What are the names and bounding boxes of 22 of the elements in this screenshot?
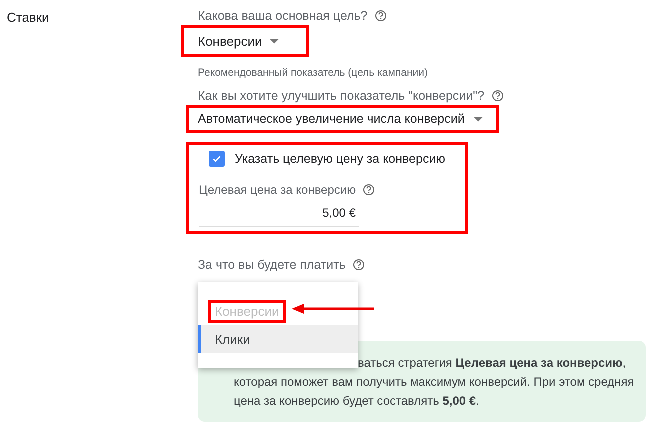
caret-icon bbox=[474, 116, 483, 122]
section-label: Ставки bbox=[7, 10, 50, 25]
checkbox-label: Указать целевую цену за конверсию bbox=[235, 152, 446, 166]
question-label: За что вы будете платить bbox=[198, 258, 346, 272]
question-label: Какова ваша основная цель? bbox=[198, 9, 368, 23]
goal-dropdown[interactable]: Конверсии bbox=[198, 34, 280, 48]
help-icon bbox=[363, 184, 376, 196]
arrow-icon bbox=[292, 304, 374, 314]
question-label: Как вы хотите улучшить показатель "конверсии"? bbox=[198, 89, 485, 103]
strategy-dropdown[interactable]: Автоматическое увеличение числа конверсий bbox=[198, 112, 483, 126]
menu-item-label: Конверсии bbox=[208, 300, 286, 322]
price-input[interactable]: 5,00 € bbox=[199, 201, 359, 227]
info-text: ваться стратегия Целевая цена за конверсию, которая поможет вам получить максимум конверсий. При этом средняя цена за конверсию будет составлять 5,00 €. bbox=[234, 355, 636, 410]
menu-item[interactable]: Клики bbox=[198, 325, 358, 353]
field-label: Целевая цена за конверсию bbox=[199, 183, 356, 197]
hint-text: Рекомендованный показатель (цель кампании) bbox=[198, 67, 428, 79]
checkbox[interactable] bbox=[209, 151, 225, 167]
help-icon bbox=[352, 259, 365, 271]
caret-icon bbox=[270, 38, 280, 44]
menu-item-label: Клики bbox=[214, 330, 252, 348]
help-icon bbox=[492, 90, 504, 102]
help-icon bbox=[374, 10, 387, 22]
